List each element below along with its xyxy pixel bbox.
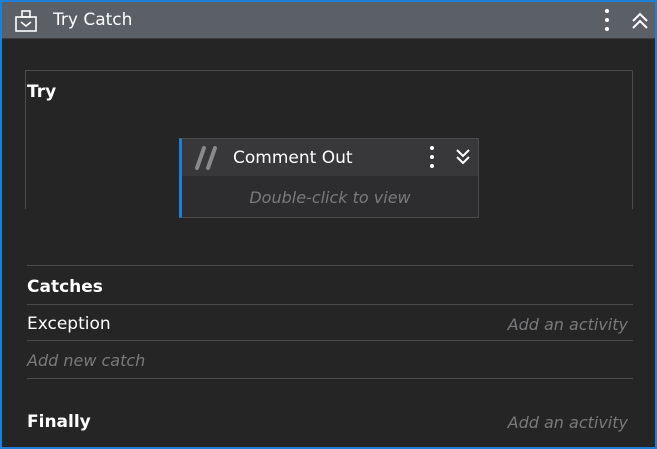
activity-title: Try Catch <box>53 10 133 30</box>
try-label: Try <box>27 82 57 102</box>
divider <box>27 340 633 341</box>
divider <box>27 378 633 379</box>
add-new-catch[interactable]: Add new catch <box>27 351 145 370</box>
catch-add-activity[interactable]: Add an activity <box>508 315 628 334</box>
finally-add-activity[interactable]: Add an activity <box>508 413 628 432</box>
more-options-icon[interactable] <box>426 144 438 170</box>
collapse-icon[interactable] <box>630 10 650 32</box>
catch-exception-type[interactable]: Exception <box>27 314 111 334</box>
comment-out-header[interactable]: Comment Out <box>182 139 478 176</box>
comment-out-icon <box>195 146 217 170</box>
more-options-icon[interactable] <box>600 7 614 33</box>
try-catch-activity[interactable]: Try Catch Try Comment Out Double-click t… <box>0 0 657 449</box>
comment-out-activity[interactable]: Comment Out Double-click to view <box>179 138 479 218</box>
try-catch-icon <box>15 10 37 32</box>
activity-header[interactable]: Try Catch <box>2 2 655 39</box>
comment-out-title: Comment Out <box>233 148 353 168</box>
divider <box>27 304 633 305</box>
double-click-hint: Double-click to view <box>249 188 411 207</box>
divider <box>27 265 633 266</box>
expand-icon[interactable] <box>454 147 472 167</box>
finally-label: Finally <box>27 412 91 432</box>
catches-label: Catches <box>27 277 103 297</box>
